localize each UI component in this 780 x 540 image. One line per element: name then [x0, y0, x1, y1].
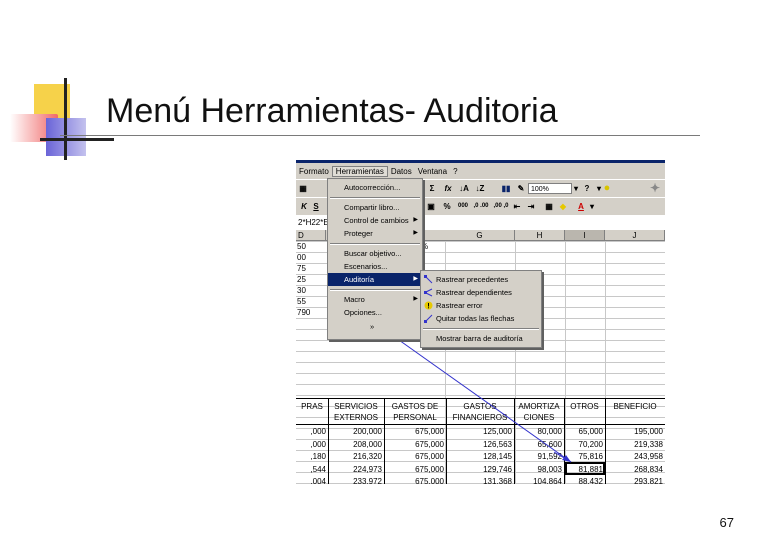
menu-item-macro[interactable]: Macro ▶ — [328, 293, 422, 306]
menu-item-barra-auditoria[interactable]: Mostrar barra de auditoría — [421, 332, 541, 345]
menu-item-proteger[interactable]: Proteger ▶ — [328, 227, 422, 240]
menu-separator — [330, 289, 420, 291]
menu-item-rastrear-precedentes[interactable]: Rastrear precedentes — [421, 273, 541, 286]
remove-arrows-icon — [424, 314, 433, 323]
decor-vertical-line — [64, 78, 67, 160]
submenu-arrow-icon: ▶ — [413, 217, 418, 223]
menu-item-buscar-objetivo[interactable]: Buscar objetivo... — [328, 247, 422, 260]
expand-menu-icon[interactable]: » — [328, 320, 422, 333]
trace-dependents-icon — [424, 288, 433, 297]
menu-separator — [330, 243, 420, 245]
excel-screenshot: Formato Herramientas Datos Ventana ? ▦ Σ… — [296, 160, 665, 484]
submenu-arrow-icon: ▶ — [413, 276, 418, 282]
slide-title: Menú Herramientas- Auditoria — [106, 92, 558, 130]
menu-item-rastrear-dependientes[interactable]: Rastrear dependientes — [421, 286, 541, 299]
submenu-arrow-icon: ▶ — [413, 230, 418, 236]
menu-item-auditoria[interactable]: Auditoría ▶ — [328, 273, 422, 286]
menu-item-opciones[interactable]: Opciones... — [328, 306, 422, 319]
decor-horizontal-line — [40, 138, 114, 141]
menu-separator — [330, 197, 420, 199]
menu-item-escenarios[interactable]: Escenarios... — [328, 260, 422, 273]
trace-precedents-icon — [424, 275, 433, 284]
menu-item-quitar-flechas[interactable]: Quitar todas las flechas — [421, 312, 541, 325]
menu-item-compartir[interactable]: Compartir libro... — [328, 201, 422, 214]
trace-error-icon — [424, 301, 433, 310]
menu-item-control-cambios[interactable]: Control de cambios ▶ — [328, 214, 422, 227]
tools-menu: Autocorrección... Compartir libro... Con… — [327, 178, 423, 340]
menu-item-autocorreccion[interactable]: Autocorrección... — [328, 181, 422, 194]
title-rule — [60, 135, 700, 136]
menu-item-rastrear-error[interactable]: Rastrear error — [421, 299, 541, 312]
page-number: 67 — [719, 515, 734, 530]
submenu-arrow-icon: ▶ — [413, 296, 418, 302]
audit-submenu: Rastrear precedentes Rastrear dependient… — [420, 270, 542, 348]
menu-separator — [423, 328, 539, 330]
